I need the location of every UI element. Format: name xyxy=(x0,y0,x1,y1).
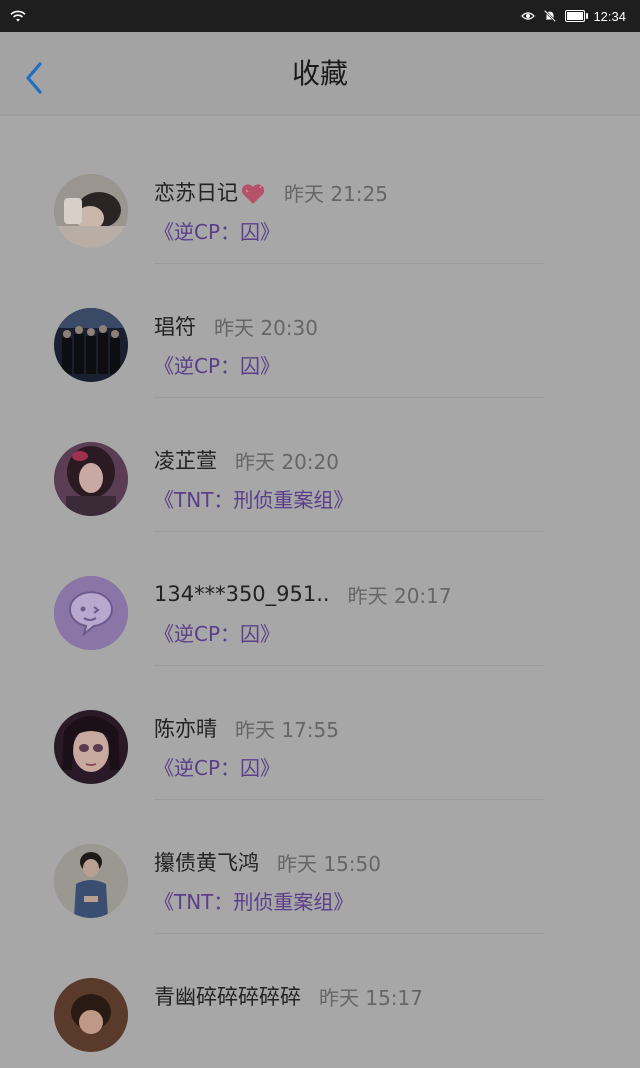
list-item[interactable]: 攥债黄飞鸿 昨天 15:50 《TNT：刑侦重案组》 xyxy=(0,800,640,934)
timestamp: 昨天 21:25 xyxy=(284,181,388,206)
user-name: 凌芷萱 xyxy=(154,449,217,473)
timestamp: 昨天 20:17 xyxy=(347,583,452,608)
user-name: 攥债黄飞鸿 xyxy=(154,851,259,875)
page-title: 收藏 xyxy=(291,57,348,90)
user-name: 琩符 xyxy=(154,315,196,339)
avatar xyxy=(54,576,128,650)
timestamp: 昨天 17:55 xyxy=(235,717,339,742)
list-item[interactable]: 陈亦晴 昨天 17:55 《逆CP：囚》 xyxy=(0,666,640,800)
default-chat-avatar-icon xyxy=(54,576,128,650)
favorites-list: 恋苏日记 昨天 21:25 《逆CP：囚》 琩符 昨天 20:30 《逆CP：囚… xyxy=(0,130,640,1068)
list-item[interactable]: 凌芷萱 昨天 20:20 《TNT：刑侦重案组》 xyxy=(0,398,640,532)
status-time: 12:34 xyxy=(593,8,626,24)
eye-icon xyxy=(521,12,536,20)
wifi-icon xyxy=(10,10,26,22)
book-link[interactable]: 《TNT：刑侦重案组》 xyxy=(154,484,353,513)
book-link[interactable]: 《逆CP：囚》 xyxy=(154,216,280,245)
book-link[interactable]: 《逆CP：囚》 xyxy=(154,350,280,379)
avatar xyxy=(54,442,128,516)
avatar xyxy=(54,978,128,1052)
battery-icon xyxy=(565,10,589,22)
avatar xyxy=(54,710,128,784)
timestamp: 昨天 15:50 xyxy=(277,851,381,876)
list-item[interactable]: 琩符 昨天 20:30 《逆CP：囚》 xyxy=(0,264,640,398)
timestamp: 昨天 20:30 xyxy=(214,315,318,340)
book-link[interactable]: 《TNT：刑侦重案组》 xyxy=(154,886,353,915)
avatar xyxy=(54,174,128,248)
book-link[interactable]: 《逆CP：囚》 xyxy=(154,618,280,647)
sparkling-heart-icon xyxy=(241,184,265,204)
book-link[interactable]: 《逆CP：囚》 xyxy=(154,752,280,781)
bell-off-icon xyxy=(544,9,557,23)
timestamp: 昨天 15:17 xyxy=(319,985,423,1010)
user-name: 恋苏日记 xyxy=(154,177,266,207)
avatar xyxy=(54,844,128,918)
user-name: 134***350_951.. xyxy=(154,582,330,606)
list-item[interactable]: 青幽碎碎碎碎碎 昨天 15:17 xyxy=(0,934,640,1068)
list-item[interactable]: 134***350_951.. 昨天 20:17 《逆CP：囚》 xyxy=(0,532,640,666)
avatar xyxy=(54,308,128,382)
header: 收藏 xyxy=(0,32,640,114)
user-name: 青幽碎碎碎碎碎 xyxy=(154,985,301,1009)
timestamp: 昨天 20:20 xyxy=(235,449,339,474)
list-item[interactable]: 恋苏日记 昨天 21:25 《逆CP：囚》 xyxy=(0,130,640,264)
user-name: 陈亦晴 xyxy=(154,717,217,741)
